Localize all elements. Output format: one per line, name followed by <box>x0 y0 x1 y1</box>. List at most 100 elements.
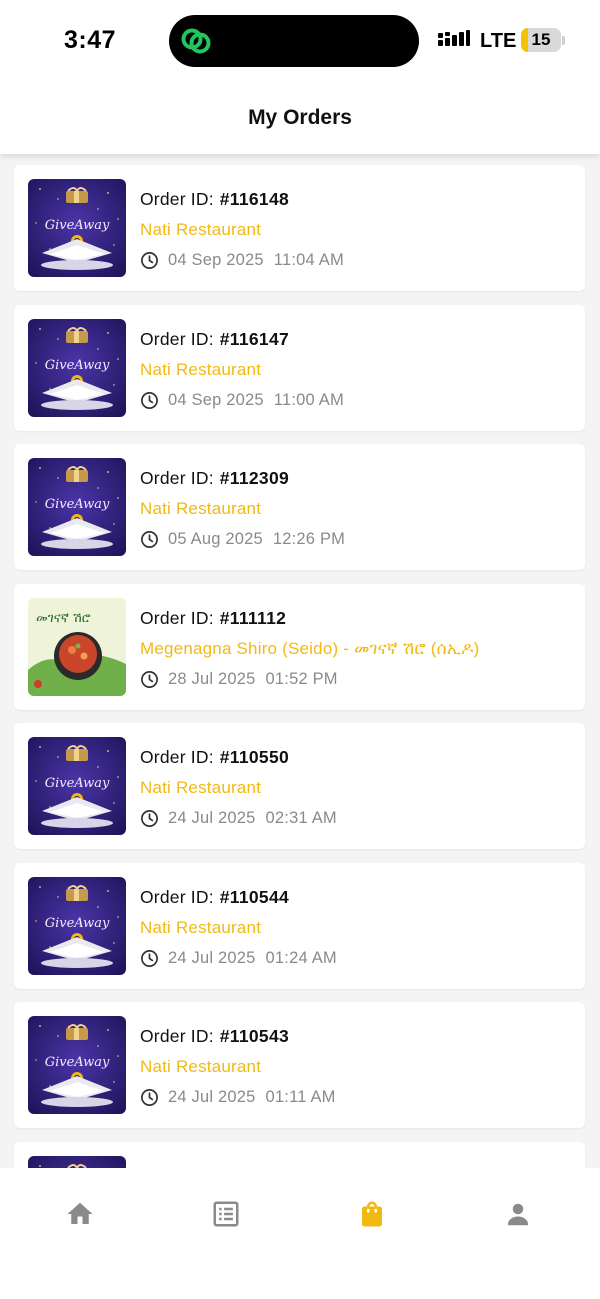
clock-icon <box>141 949 158 967</box>
nav-orders[interactable] <box>342 1196 402 1232</box>
order-id-row: Order ID: #110544 <box>140 887 289 908</box>
restaurant-name: Nati Restaurant <box>140 220 262 239</box>
order-card[interactable]: Order ID: <box>14 1141 585 1168</box>
restaurant-name: Nati Restaurant <box>140 778 262 797</box>
nav-home[interactable] <box>50 1196 110 1232</box>
order-card[interactable]: GiveAway Order ID: #116148 Nati Restaurant 0… <box>14 165 585 291</box>
restaurant-name: Megenagna Shiro (Seido) - መገናኛ ሽሮ (ሰኢዶ) <box>140 638 480 658</box>
restaurant-name: Nati Restaurant <box>140 359 262 379</box>
orders-list: GiveAway Order ID: #116148 Nati Restaurant 0… <box>14 165 585 1168</box>
order-id-row: Order ID: #112309 <box>140 468 289 489</box>
link-icon <box>181 28 211 54</box>
order-id-value: #110543 <box>219 1026 290 1046</box>
order-thumbnail: GiveAway <box>28 318 126 417</box>
order-id-label: Order ID: <box>140 886 214 907</box>
order-id-row: Order ID: #111112 <box>140 608 286 629</box>
order-id-value: #116148 <box>219 189 290 209</box>
order-time: 11:00 AM <box>273 390 344 409</box>
restaurant-name: Nati Restaurant <box>140 499 262 518</box>
order-thumbnail: መገናኛ ሽሮ <box>28 597 126 696</box>
order-date: 28 Jul 2025 <box>168 669 256 688</box>
order-time: 12:26 PM <box>272 530 346 548</box>
svg-text:GiveAway: GiveAway <box>45 497 110 512</box>
svg-text:GiveAway: GiveAway <box>45 916 110 931</box>
order-card[interactable]: GiveAway Order ID: #110544 Nati Restaurant 2… <box>14 862 585 989</box>
order-thumbnail: GiveAway <box>28 737 126 835</box>
order-id-value: #112309 <box>219 468 290 488</box>
order-id-row: Order ID: #110543 <box>140 1026 289 1047</box>
order-time: 01:11 AM <box>265 1088 336 1106</box>
order-card[interactable]: መገናኛ ሽሮ Order ID: #111112 Megenagna Shiro (… <box>14 583 585 710</box>
clock-icon <box>141 1089 158 1106</box>
clock-icon <box>141 252 158 269</box>
cellular-signal-icon <box>438 30 470 46</box>
clock-icon <box>141 391 158 409</box>
order-thumbnail: GiveAway <box>28 876 126 975</box>
status-time: 3:47 <box>64 26 117 54</box>
nav-profile[interactable] <box>488 1196 548 1232</box>
svg-text:GiveAway: GiveAway <box>45 218 110 233</box>
order-id-value: #111112 <box>219 607 287 628</box>
list-icon <box>213 1201 239 1227</box>
restaurant-name: Nati Restaurant <box>140 917 262 937</box>
order-time: 01:24 AM <box>265 948 337 967</box>
order-id-label: Order ID: <box>140 1026 214 1046</box>
app-header: My Orders <box>0 82 600 154</box>
battery-icon: 15 <box>521 28 561 52</box>
giveaway-promo-image: GiveAway <box>28 179 126 277</box>
clock-icon <box>141 670 158 688</box>
order-id-row: Order ID: #110550 <box>140 747 289 768</box>
order-time: 11:04 AM <box>273 251 344 269</box>
order-datetime: 05 Aug 2025 12:26 PM <box>140 530 345 549</box>
giveaway-promo-image: GiveAway <box>28 458 126 556</box>
order-id-label: Order ID: <box>140 747 214 767</box>
order-id-value: #110544 <box>219 886 290 907</box>
person-icon <box>508 1203 528 1226</box>
order-date: 04 Sep 2025 <box>168 251 264 269</box>
svg-text:መገናኛ ሽሮ: መገናኛ ሽሮ <box>36 611 91 626</box>
order-id-row: Order ID: #116147 <box>140 329 289 350</box>
order-thumbnail: GiveAway <box>28 458 126 556</box>
order-date: 24 Jul 2025 <box>168 1088 256 1106</box>
order-id-value: #110550 <box>219 747 290 767</box>
order-card[interactable]: GiveAway Order ID: #110543 Nati Restaurant 2… <box>14 1002 585 1128</box>
order-thumbnail: GiveAway <box>28 179 126 277</box>
giveaway-promo-image: GiveAway <box>28 737 126 835</box>
order-datetime: 24 Jul 2025 02:31 AM <box>140 809 337 828</box>
order-time: 02:31 AM <box>265 809 337 827</box>
battery-level: 15 <box>531 30 551 49</box>
shiro-dish-image: መገናኛ ሽሮ <box>28 597 126 696</box>
order-date: 05 Aug 2025 <box>168 530 263 548</box>
order-id-label: Order ID: <box>140 189 214 209</box>
order-datetime: 04 Sep 2025 11:00 AM <box>140 391 344 410</box>
clock-icon <box>141 531 158 548</box>
svg-text:GiveAway: GiveAway <box>45 776 110 791</box>
giveaway-promo-image: GiveAway <box>28 318 126 417</box>
order-id-label: Order ID: <box>140 468 214 488</box>
shopping-bag-icon <box>362 1201 382 1227</box>
restaurant-name: Nati Restaurant <box>140 1057 262 1076</box>
order-date: 24 Jul 2025 <box>168 948 256 967</box>
giveaway-promo-image <box>28 1155 126 1168</box>
order-datetime: 28 Jul 2025 01:52 PM <box>140 670 338 689</box>
order-datetime: 24 Jul 2025 01:24 AM <box>140 949 337 968</box>
order-card[interactable]: GiveAway Order ID: #112309 Nati Restaurant 0… <box>14 444 585 570</box>
order-datetime: 04 Sep 2025 11:04 AM <box>140 251 344 270</box>
order-id-value: #116147 <box>219 328 290 349</box>
order-thumbnail: GiveAway <box>28 1016 126 1114</box>
order-card[interactable]: GiveAway Order ID: #110550 Nati Restaurant 2… <box>14 723 585 849</box>
svg-text:GiveAway: GiveAway <box>45 358 110 373</box>
order-date: 24 Jul 2025 <box>168 809 256 827</box>
home-icon <box>67 1202 93 1224</box>
nav-menu[interactable] <box>196 1196 256 1232</box>
order-thumbnail <box>28 1155 126 1168</box>
giveaway-promo-image: GiveAway <box>28 1016 126 1114</box>
page-title: My Orders <box>248 106 352 129</box>
status-bar: 3:47 LTE 15 <box>0 0 600 82</box>
order-card[interactable]: GiveAway Order ID: #116147 Nati Restaurant 0… <box>14 304 585 431</box>
order-id-label: Order ID: <box>140 607 214 628</box>
giveaway-promo-image: GiveAway <box>28 876 126 975</box>
clock-icon <box>141 810 158 827</box>
network-type: LTE <box>480 30 517 52</box>
orders-list-area[interactable]: GiveAway Order ID: #116148 Nati Restaurant 0… <box>0 154 600 1168</box>
